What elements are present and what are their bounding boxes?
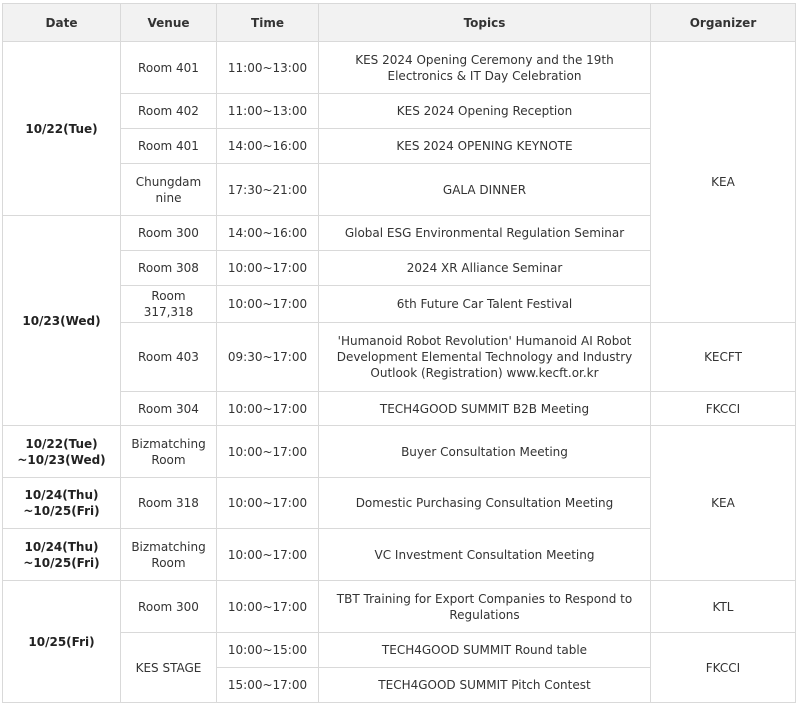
topic-cell: KES 2024 Opening Reception xyxy=(318,93,651,129)
time-cell: 10:00~17:00 xyxy=(216,580,319,633)
time-cell: 11:00~13:00 xyxy=(216,93,319,129)
venue-cell: Chungdam nine xyxy=(120,163,217,216)
topic-cell: TBT Training for Export Companies to Res… xyxy=(318,580,651,633)
header-topics: Topics xyxy=(318,3,651,42)
topic-cell: 2024 XR Alliance Seminar xyxy=(318,250,651,286)
venue-cell: Room 401 xyxy=(120,41,217,94)
time-cell: 10:00~17:00 xyxy=(216,528,319,581)
topic-cell: TECH4GOOD SUMMIT Pitch Contest xyxy=(318,667,651,703)
venue-cell: Room 300 xyxy=(120,215,217,251)
venue-cell: Room 304 xyxy=(120,391,217,426)
header-time: Time xyxy=(216,3,319,42)
time-cell: 10:00~17:00 xyxy=(216,391,319,426)
topic-cell: KES 2024 Opening Ceremony and the 19th E… xyxy=(318,41,651,94)
time-cell: 10:00~17:00 xyxy=(216,285,319,323)
topic-cell: 'Humanoid Robot Revolution' Humanoid AI … xyxy=(318,322,651,392)
time-cell: 11:00~13:00 xyxy=(216,41,319,94)
topic-cell: 6th Future Car Talent Festival xyxy=(318,285,651,323)
table-row: Room 304 10:00~17:00 TECH4GOOD SUMMIT B2… xyxy=(3,391,796,426)
time-cell: 10:00~17:00 xyxy=(216,250,319,286)
date-line: 10/24(Thu) xyxy=(24,539,99,554)
date-cell: 10/24(Thu) ~10/25(Fri) xyxy=(2,477,121,529)
venue-cell: Room 300 xyxy=(120,580,217,633)
topic-cell: TECH4GOOD SUMMIT Round table xyxy=(318,632,651,668)
venue-cell: Bizmatching Room xyxy=(120,425,217,478)
date-cell: 10/24(Thu) ~10/25(Fri) xyxy=(2,528,121,581)
header-date: Date xyxy=(2,3,121,42)
time-cell: 10:00~17:00 xyxy=(216,425,319,478)
venue-cell: Room 401 xyxy=(120,128,217,164)
date-cell: 10/22(Tue) ~10/23(Wed) xyxy=(2,425,121,478)
time-cell: 14:00~16:00 xyxy=(216,128,319,164)
topic-cell: GALA DINNER xyxy=(318,163,651,216)
topic-cell: VC Investment Consultation Meeting xyxy=(318,528,651,581)
venue-cell: KES STAGE xyxy=(120,632,217,703)
organizer-cell: FKCCI xyxy=(650,632,796,703)
topic-cell: Domestic Purchasing Consultation Meeting xyxy=(318,477,651,529)
time-cell: 10:00~15:00 xyxy=(216,632,319,668)
table-row: 10/25(Fri) Room 300 10:00~17:00 TBT Trai… xyxy=(2,580,796,703)
organizer-cell: FKCCI xyxy=(650,391,796,426)
table-row: 10/22(Tue) Room 401 11:00~13:00 KES 2024… xyxy=(2,41,796,323)
topic-cell: Global ESG Environmental Regulation Semi… xyxy=(318,215,651,251)
table-row: KES STAGE 10:00~15:00 TECH4GOOD SUMMIT R… xyxy=(3,632,796,703)
date-line: ~10/25(Fri) xyxy=(23,555,100,570)
header-organizer: Organizer xyxy=(650,3,796,42)
table-row: 10/22(Tue) ~10/23(Wed) Bizmatching Room 1… xyxy=(2,425,796,581)
header-row: Date Venue Time Topics Organizer xyxy=(2,3,796,42)
venue-cell: Room 317,318 xyxy=(120,285,217,323)
venue-cell: Room 403 xyxy=(120,322,217,392)
time-cell: 10:00~17:00 xyxy=(216,477,319,529)
date-cell: 10/23(Wed) xyxy=(2,215,121,426)
venue-cell: Room 308 xyxy=(120,250,217,286)
topic-cell: TECH4GOOD SUMMIT B2B Meeting xyxy=(318,391,651,426)
time-cell: 09:30~17:00 xyxy=(216,322,319,392)
venue-cell: Room 402 xyxy=(120,93,217,129)
venue-cell: Bizmatching Room xyxy=(120,528,217,581)
date-line: 10/24(Thu) xyxy=(24,488,99,502)
time-cell: 15:00~17:00 xyxy=(216,667,319,703)
topic-cell: Buyer Consultation Meeting xyxy=(318,425,651,478)
organizer-cell: KECFT xyxy=(650,322,796,392)
date-line: ~10/25(Fri) xyxy=(23,504,100,518)
header-venue: Venue xyxy=(120,3,217,42)
time-cell: 14:00~16:00 xyxy=(216,215,319,251)
time-cell: 17:30~21:00 xyxy=(216,163,319,216)
table-row: Room 403 09:30~17:00 'Humanoid Robot Rev… xyxy=(3,322,796,392)
date-line: 10/22(Tue) xyxy=(25,436,98,451)
schedule-table: Date Venue Time Topics Organizer 10/22(T… xyxy=(2,3,796,703)
organizer-cell: KEA xyxy=(650,425,796,581)
date-cell: 10/25(Fri) xyxy=(2,580,121,703)
date-cell: 10/22(Tue) xyxy=(2,41,121,216)
venue-cell: Room 318 xyxy=(120,477,217,529)
topic-cell: KES 2024 OPENING KEYNOTE xyxy=(318,128,651,164)
organizer-cell: KTL xyxy=(650,580,796,633)
organizer-cell: KEA xyxy=(650,41,796,323)
date-line: ~10/23(Wed) xyxy=(17,452,106,467)
